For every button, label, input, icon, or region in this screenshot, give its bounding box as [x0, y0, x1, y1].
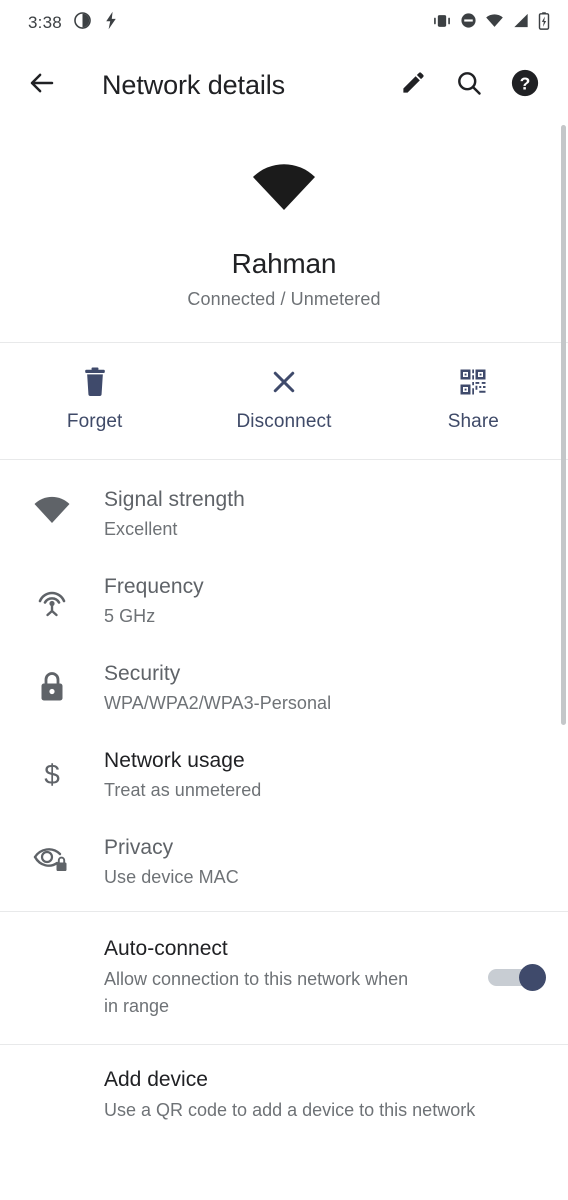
- do-not-disturb-icon: [460, 12, 477, 34]
- battery-charging-icon: [538, 11, 550, 35]
- qr-code-icon: [458, 365, 488, 399]
- auto-connect-toggle[interactable]: [488, 964, 546, 991]
- contrast-icon: [73, 11, 92, 35]
- disconnect-label: Disconnect: [236, 411, 332, 432]
- network-usage-text: Network usage Treat as unmetered: [80, 745, 544, 804]
- status-bar-left: 3:38: [28, 11, 119, 35]
- forget-label: Forget: [66, 411, 123, 432]
- auto-connect-row[interactable]: Auto-connect Allow connection to this ne…: [0, 912, 568, 1044]
- signal-strength-text: Signal strength Excellent: [80, 484, 544, 543]
- lock-icon: [24, 658, 80, 704]
- network-ssid: Rahman: [231, 248, 337, 279]
- app-bar: Network details ?: [0, 46, 568, 124]
- edit-pencil-icon: [400, 69, 427, 101]
- wifi-signal-icon: [24, 484, 80, 524]
- security-value: WPA/WPA2/WPA3-Personal: [104, 693, 332, 713]
- dollar-sign-icon: $: [24, 745, 80, 793]
- toggle-thumb: [519, 964, 546, 991]
- add-device-title: Add device: [104, 1068, 208, 1091]
- signal-strength-row[interactable]: Signal strength Excellent: [0, 470, 568, 557]
- privacy-title: Privacy: [104, 836, 174, 859]
- edit-button[interactable]: [392, 64, 434, 106]
- security-title: Security: [104, 662, 181, 685]
- network-usage-row[interactable]: $ Network usage Treat as unmetered: [0, 731, 568, 818]
- share-action[interactable]: Share: [379, 365, 568, 433]
- add-device-subtitle: Use a QR code to add a device to this ne…: [104, 1100, 476, 1120]
- auto-connect-subtitle: Allow connection to this network when in…: [104, 969, 409, 1016]
- status-clock: 3:38: [28, 13, 62, 32]
- privacy-text: Privacy Use device MAC: [80, 832, 544, 891]
- frequency-value: 5 GHz: [104, 606, 156, 626]
- frequency-text: Frequency 5 GHz: [80, 571, 544, 630]
- vibrate-icon: [432, 13, 452, 34]
- network-status: Connected / Unmetered: [187, 289, 381, 309]
- network-hero: Rahman Connected / Unmetered: [0, 124, 568, 342]
- disconnect-action[interactable]: Disconnect: [189, 365, 378, 433]
- detail-list: Signal strength Excellent Frequency 5 GH…: [0, 460, 568, 911]
- privacy-value: Use device MAC: [104, 867, 239, 887]
- status-bar-right: [432, 11, 550, 35]
- broadcast-antenna-icon: [24, 571, 80, 619]
- svg-text:?: ?: [520, 73, 531, 93]
- flash-icon: [103, 11, 119, 35]
- vertical-scrollbar[interactable]: [561, 125, 566, 725]
- frequency-title: Frequency: [104, 575, 204, 598]
- eye-lock-icon: [24, 832, 80, 874]
- help-icon: ?: [510, 68, 540, 103]
- help-button[interactable]: ?: [504, 64, 546, 106]
- search-icon: [455, 69, 483, 102]
- page-title: Network details: [102, 69, 286, 100]
- network-usage-title: Network usage: [104, 749, 245, 772]
- search-button[interactable]: [448, 64, 490, 106]
- auto-connect-text: Auto-connect Allow connection to this ne…: [104, 934, 488, 1020]
- wifi-signal-full-icon: [0, 164, 568, 212]
- status-bar: 3:38: [0, 0, 568, 46]
- network-usage-value: Treat as unmetered: [104, 780, 262, 800]
- frequency-row[interactable]: Frequency 5 GHz: [0, 557, 568, 644]
- action-row: Forget Disconnect Share: [0, 343, 568, 459]
- share-label: Share: [447, 411, 499, 432]
- forget-action[interactable]: Forget: [0, 365, 189, 433]
- arrow-back-icon: [27, 68, 57, 103]
- add-device-row[interactable]: Add device Use a QR code to add a device…: [0, 1045, 568, 1134]
- security-row[interactable]: Security WPA/WPA2/WPA3-Personal: [0, 644, 568, 731]
- security-text: Security WPA/WPA2/WPA3-Personal: [80, 658, 544, 717]
- signal-strength-title: Signal strength: [104, 488, 245, 511]
- svg-text:$: $: [44, 759, 60, 790]
- privacy-row[interactable]: Privacy Use device MAC: [0, 818, 568, 905]
- signal-strength-value: Excellent: [104, 519, 178, 539]
- wifi-icon: [485, 13, 504, 33]
- cellular-signal-icon: [512, 13, 530, 33]
- auto-connect-title: Auto-connect: [104, 937, 228, 960]
- back-button[interactable]: [24, 67, 60, 103]
- trash-icon: [81, 365, 109, 399]
- close-x-icon: [269, 365, 299, 399]
